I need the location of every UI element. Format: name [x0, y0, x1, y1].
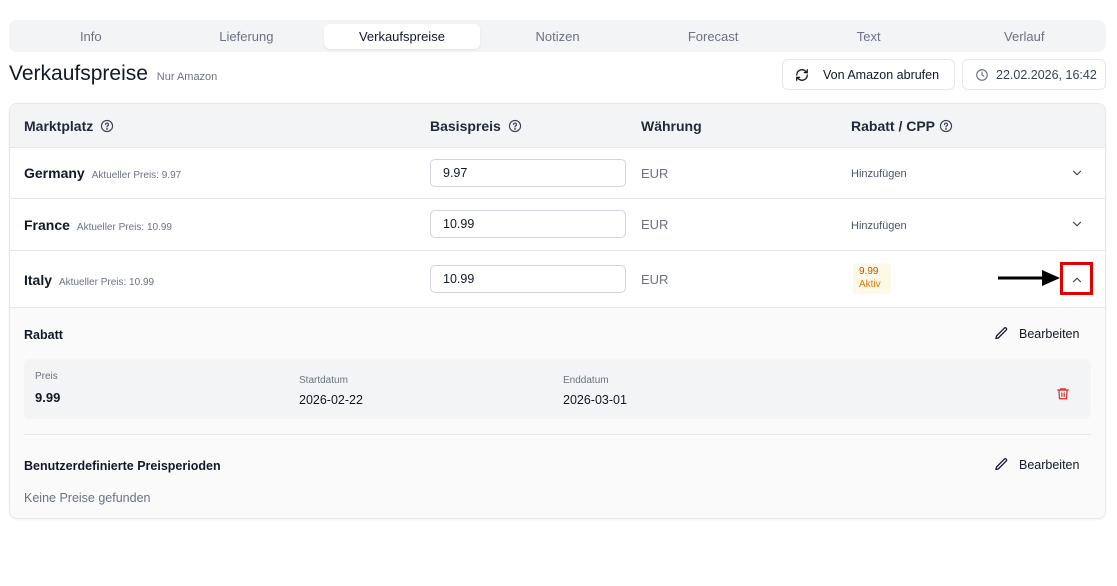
base-price-input[interactable]: 9.97 [430, 159, 626, 187]
discount-entry: Preis 9.99 Startdatum 2026-02-22 Enddatu… [24, 359, 1091, 419]
discount-badge-price: 9.99 [859, 266, 879, 277]
current-price: Aktueller Preis: 9.97 [91, 170, 182, 181]
col-base-price: Basispreis [430, 118, 522, 134]
fetch-button-label: Von Amazon abrufen [823, 67, 940, 82]
start-date-value: 2026-02-22 [299, 393, 363, 407]
base-price-input[interactable]: 10.99 [430, 210, 626, 238]
tab-lieferung[interactable]: Lieferung [169, 24, 325, 49]
discount-section-title: Rabatt [24, 328, 63, 342]
discount-badge-status: Aktiv [859, 279, 881, 290]
prices-table-card: Marktplatz Basispreis Währung Rabatt / C… [9, 103, 1106, 519]
current-price: Aktueller Preis: 10.99 [59, 277, 155, 288]
table-row-italy: Italy Aktueller Preis: 10.99 10.99 EUR 9… [10, 251, 1105, 308]
help-icon[interactable] [100, 119, 114, 133]
col-currency: Währung [641, 118, 702, 134]
empty-state-text: Keine Preise gefunden [24, 491, 151, 505]
section-divider [24, 434, 1091, 435]
edit-label: Bearbeiten [1019, 326, 1080, 341]
annotation-arrow-icon [998, 270, 1060, 286]
currency-value: EUR [641, 272, 669, 287]
country-name: France [24, 217, 70, 233]
edit-discount-button[interactable]: Bearbeiten [994, 326, 1079, 341]
discount-badge: 9.99 Aktiv [853, 263, 891, 294]
tab-verkaufspreise[interactable]: Verkaufspreise [324, 23, 480, 49]
custom-periods-title: Benutzerdefinierte Preisperioden [24, 459, 221, 473]
edit-label: Bearbeiten [1019, 457, 1080, 472]
country-name: Italy [24, 272, 53, 288]
marketplace-cell: Italy Aktueller Preis: 10.99 [24, 272, 154, 288]
base-price-input[interactable]: 10.99 [430, 265, 626, 293]
timestamp-label: 22.02.2026, 16:42 [996, 67, 1097, 82]
end-date-value: 2026-03-01 [563, 393, 627, 407]
tab-info[interactable]: Info [13, 24, 169, 49]
help-icon[interactable] [508, 119, 522, 133]
help-icon[interactable] [939, 119, 953, 133]
currency-value: EUR [641, 166, 669, 181]
currency-value: EUR [641, 217, 669, 232]
trash-icon[interactable] [1056, 386, 1070, 401]
clock-icon [976, 68, 988, 81]
marketplace-cell: France Aktueller Preis: 10.99 [24, 217, 172, 233]
chevron-down-icon[interactable] [1070, 166, 1084, 180]
tab-bar: Info Lieferung Verkaufspreise Notizen Fo… [9, 20, 1106, 52]
country-name: Germany [24, 165, 85, 181]
current-price: Aktueller Preis: 10.99 [76, 222, 172, 233]
col-discount-label: Rabatt / CPP [851, 118, 936, 134]
tab-verlauf[interactable]: Verlauf [946, 24, 1102, 49]
marketplace-cell: Germany Aktueller Preis: 9.97 [24, 165, 181, 181]
end-date-label: Enddatum [563, 375, 609, 386]
start-date-label: Startdatum [299, 375, 348, 386]
table-row-germany: Germany Aktueller Preis: 9.97 9.97 EUR H… [10, 148, 1105, 199]
add-discount-link[interactable]: Hinzufügen [851, 220, 907, 232]
highlight-box [1060, 262, 1093, 295]
tab-notizen[interactable]: Notizen [480, 24, 636, 49]
chevron-down-icon[interactable] [1070, 217, 1084, 231]
col-currency-label: Währung [641, 118, 702, 134]
add-discount-link[interactable]: Hinzufügen [851, 168, 907, 180]
edit-custom-periods-button[interactable]: Bearbeiten [994, 457, 1079, 472]
table-row-france: France Aktueller Preis: 10.99 10.99 EUR … [10, 199, 1105, 251]
price-label: Preis [35, 371, 58, 382]
tab-forecast[interactable]: Forecast [635, 24, 791, 49]
page-subtitle: Nur Amazon [156, 71, 218, 83]
col-marketplace: Marktplatz [24, 118, 114, 134]
pencil-icon [995, 458, 1008, 471]
page-title: Verkaufspreise Nur Amazon [9, 62, 217, 86]
col-base-price-label: Basispreis [430, 118, 501, 134]
col-marketplace-label: Marktplatz [24, 118, 94, 134]
tab-text[interactable]: Text [791, 24, 947, 49]
timestamp-button[interactable]: 22.02.2026, 16:42 [962, 59, 1106, 90]
price-value: 9.99 [35, 390, 61, 405]
pencil-icon [995, 327, 1008, 340]
page-title-text: Verkaufspreise [9, 62, 148, 85]
fetch-from-amazon-button[interactable]: Von Amazon abrufen [782, 59, 955, 90]
col-discount: Rabatt / CPP [851, 118, 953, 134]
table-header: Marktplatz Basispreis Währung Rabatt / C… [10, 104, 1105, 148]
expanded-detail-panel: Rabatt Bearbeiten Preis 9.99 Startdatum … [10, 308, 1105, 518]
refresh-icon [796, 68, 808, 81]
